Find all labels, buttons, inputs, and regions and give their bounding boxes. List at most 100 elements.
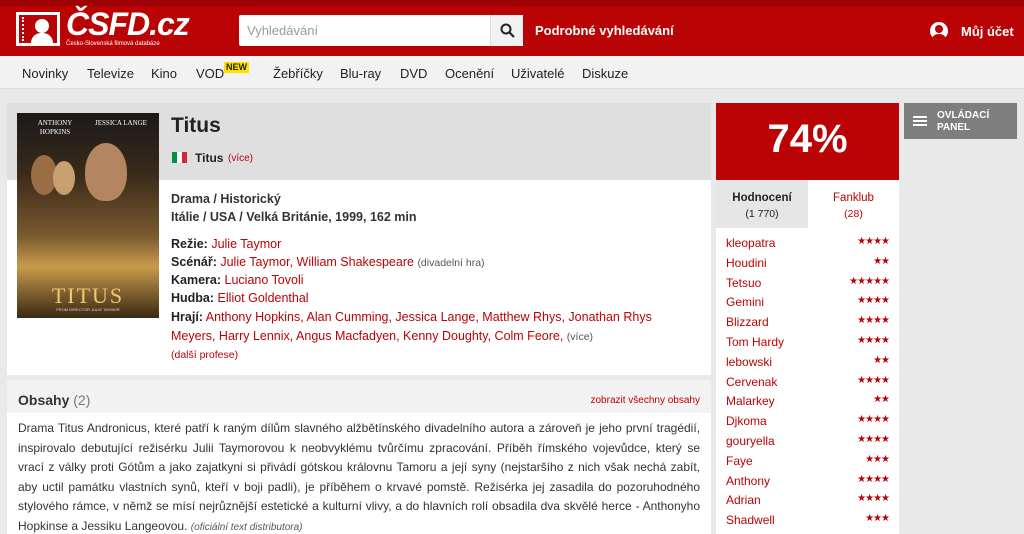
user-rating-name[interactable]: lebowski bbox=[726, 355, 772, 369]
credit-label: Kamera: bbox=[171, 273, 222, 287]
film-panel: ANTHONY HOPKINS JESSICA LANGE TITUS FROM… bbox=[7, 103, 711, 375]
titles-more-link[interactable]: (více) bbox=[228, 153, 253, 164]
nav-item-zebricky[interactable]: Žebříčky bbox=[273, 66, 323, 81]
user-rating-row: gouryella ★★★★ bbox=[716, 432, 899, 452]
user-rating-stars: ★★★★ bbox=[857, 295, 890, 307]
plot-source: (oficiální text distributora) bbox=[190, 521, 303, 533]
user-rating-stars: ★★★★ bbox=[857, 335, 890, 346]
user-rating-stars: ★★★★ bbox=[857, 493, 890, 505]
nav-item-oceneni[interactable]: Ocenění bbox=[445, 66, 494, 81]
credit-link[interactable]: Meyers, Harry Lennix, Angus Macfadyen, K… bbox=[171, 329, 563, 343]
new-badge: NEW bbox=[224, 62, 249, 73]
tab-fanclub[interactable]: Fanklub (28) bbox=[808, 180, 899, 228]
user-icon bbox=[930, 22, 948, 40]
credit-director: Režie: Julie Taymor bbox=[171, 237, 281, 251]
tab-ratings-count: (1 770) bbox=[745, 208, 779, 220]
user-rating-name[interactable]: Gemini bbox=[726, 295, 764, 309]
tab-ratings[interactable]: Hodnocení (1 770) bbox=[716, 180, 808, 228]
user-rating-name[interactable]: Adrian bbox=[726, 493, 761, 507]
user-rating-name[interactable]: Malarkey bbox=[726, 394, 775, 408]
nav-item-vod[interactable]: VOD bbox=[196, 66, 224, 81]
search-button[interactable] bbox=[490, 15, 523, 46]
user-rating-name[interactable]: kleopatra bbox=[726, 236, 775, 250]
account-label: Můj účet bbox=[961, 24, 1014, 39]
credit-link[interactable]: Julie Taymor, William Shakespeare bbox=[220, 255, 414, 269]
credit-cast: Hrají: Anthony Hopkins, Alan Cumming, Je… bbox=[171, 310, 652, 324]
tab-fanclub-label: Fanklub bbox=[833, 192, 874, 204]
film-title: Titus bbox=[171, 114, 221, 137]
credit-cast-cont: Meyers, Harry Lennix, Angus Macfadyen, K… bbox=[171, 329, 593, 343]
score-box: 74% bbox=[716, 103, 899, 180]
user-rating-stars: ★★★★ bbox=[857, 414, 890, 426]
main-nav: Novinky Televize Kino VOD Žebříčky Blu-r… bbox=[0, 56, 1024, 89]
credit-link[interactable]: Luciano Tovoli bbox=[225, 273, 304, 287]
user-rating-row: Malarkey ★★ bbox=[716, 392, 899, 412]
film-poster[interactable]: ANTHONY HOPKINS JESSICA LANGE TITUS FROM… bbox=[17, 113, 159, 318]
logo-subtitle: Česko-Slovenská filmová databáze bbox=[66, 41, 160, 47]
user-rating-row: Shadwell ★★★ bbox=[716, 511, 899, 531]
user-rating-row: Houdini ★★ bbox=[716, 254, 899, 274]
credit-link[interactable]: Elliot Goldenthal bbox=[218, 291, 309, 305]
control-panel-button[interactable]: OVLÁDACÍ PANEL bbox=[904, 103, 1017, 139]
user-rating-stars: ★★★★ bbox=[857, 315, 890, 327]
user-rating-stars: ★★★★ bbox=[857, 434, 890, 445]
credit-music: Hudba: Elliot Goldenthal bbox=[171, 291, 309, 305]
credit-camera: Kamera: Luciano Tovoli bbox=[171, 273, 304, 287]
user-rating-name[interactable]: Faye bbox=[726, 454, 753, 468]
user-rating-name[interactable]: Djkoma bbox=[726, 414, 767, 428]
show-all-plots-link[interactable]: zobrazit všechny obsahy bbox=[590, 395, 700, 406]
poster-actor-2: JESSICA LANGE bbox=[95, 119, 147, 127]
credit-link[interactable]: Julie Taymor bbox=[211, 237, 281, 251]
user-rating-stars: ★★★ bbox=[865, 513, 890, 525]
poster-title: TITUS bbox=[51, 283, 125, 308]
site-logo[interactable]: ČSFD.cz Česko-Slovenská filmová databáze bbox=[16, 6, 190, 50]
nav-item-kino[interactable]: Kino bbox=[151, 66, 177, 81]
plot-body: Drama Titus Andronicus, které patří k ra… bbox=[18, 421, 700, 533]
plot-count: (2) bbox=[73, 392, 91, 408]
nav-item-dvd[interactable]: DVD bbox=[400, 66, 427, 81]
control-panel-line1: OVLÁDACÍ bbox=[937, 110, 990, 121]
user-rating-stars: ★★★★★ bbox=[849, 275, 890, 287]
user-rating-row: Faye ★★★ bbox=[716, 452, 899, 472]
nav-item-novinky[interactable]: Novinky bbox=[22, 66, 68, 81]
user-rating-row: kleopatra ★★★★ bbox=[716, 234, 899, 254]
user-rating-name[interactable]: Tetsuo bbox=[726, 276, 761, 290]
credit-link[interactable]: Anthony Hopkins, Alan Cumming, Jessica L… bbox=[206, 310, 652, 324]
credit-label: Scénář: bbox=[171, 255, 217, 269]
rating-panel: 74% Hodnocení (1 770) Fanklub (28) kleop… bbox=[716, 103, 899, 534]
poster-tagline: FROM DIRECTOR JULIE TAYMOR bbox=[56, 307, 120, 312]
user-rating-name[interactable]: Tom Hardy bbox=[726, 335, 784, 349]
user-rating-row: Tom Hardy ★★★★ bbox=[716, 333, 899, 353]
advanced-search-link[interactable]: Podrobné vyhledávání bbox=[535, 23, 674, 38]
cast-more-link[interactable]: (více) bbox=[567, 331, 593, 343]
poster-figure bbox=[53, 161, 75, 195]
rating-score: 74% bbox=[767, 117, 848, 161]
user-rating-name[interactable]: Cervenak bbox=[726, 375, 777, 389]
film-origin: Itálie / USA / Velká Británie, 1999, 162… bbox=[171, 210, 417, 224]
search-input[interactable] bbox=[239, 15, 489, 46]
user-rating-row: Adrian ★★★★ bbox=[716, 491, 899, 511]
logo-icon bbox=[16, 12, 60, 46]
control-panel-label: OVLÁDACÍ PANEL bbox=[937, 110, 989, 134]
search-icon bbox=[500, 23, 515, 38]
user-rating-stars: ★★ bbox=[873, 394, 890, 406]
nav-item-televize[interactable]: Televize bbox=[87, 66, 134, 81]
user-rating-row: Blizzard ★★★★ bbox=[716, 313, 899, 333]
menu-icon bbox=[913, 116, 927, 127]
user-rating-stars: ★★★★ bbox=[857, 236, 890, 247]
user-rating-name[interactable]: Anthony bbox=[726, 474, 770, 488]
more-professions-link[interactable]: (další profese) bbox=[171, 349, 238, 361]
plot-section: Obsahy (2) zobrazit všechny obsahy Drama… bbox=[7, 380, 711, 534]
user-rating-name[interactable]: Blizzard bbox=[726, 315, 769, 329]
tab-ratings-label: Hodnocení bbox=[732, 192, 792, 204]
nav-item-bluray[interactable]: Blu-ray bbox=[340, 66, 381, 81]
user-rating-name[interactable]: Houdini bbox=[726, 256, 767, 270]
tab-fanclub-count: (28) bbox=[844, 208, 863, 220]
user-rating-name[interactable]: Shadwell bbox=[726, 513, 775, 527]
nav-item-diskuze[interactable]: Diskuze bbox=[582, 66, 628, 81]
user-rating-row: Djkoma ★★★★ bbox=[716, 412, 899, 432]
user-rating-name[interactable]: gouryella bbox=[726, 434, 775, 448]
nav-item-uzivatele[interactable]: Uživatelé bbox=[511, 66, 564, 81]
user-rating-row: Cervenak ★★★★ bbox=[716, 373, 899, 393]
site-header: ČSFD.cz Česko-Slovenská filmová databáze… bbox=[0, 0, 1024, 56]
